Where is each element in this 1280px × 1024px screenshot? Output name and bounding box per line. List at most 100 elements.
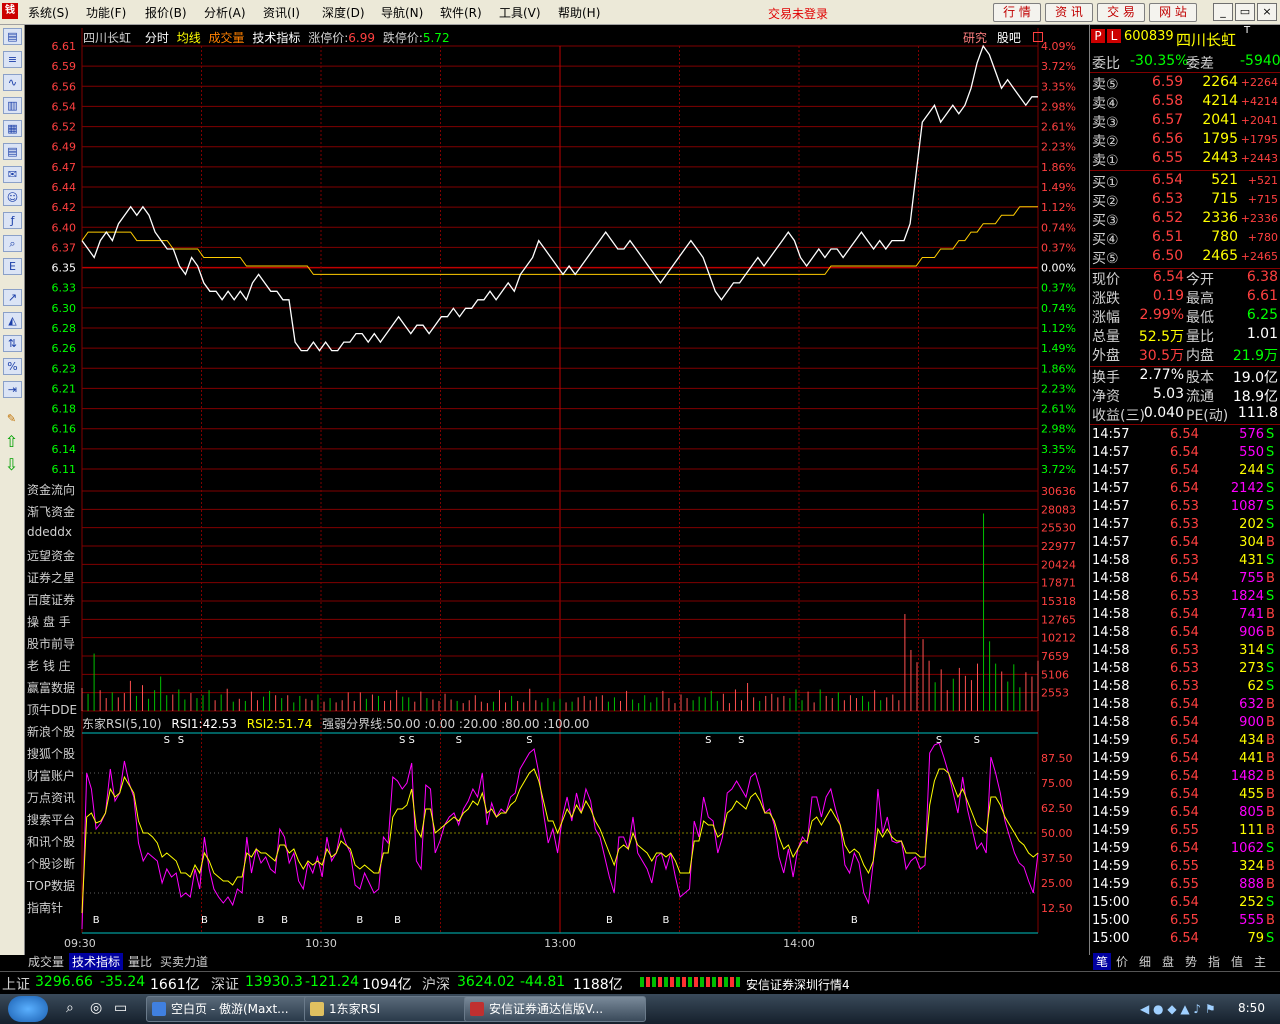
bid-row-4[interactable]: 买④ 6.51 780 +780	[1090, 229, 1280, 248]
tag-p[interactable]: P	[1091, 29, 1105, 43]
side-link-9[interactable]: 赢富数据	[27, 679, 75, 696]
right-tab-5[interactable]: 指	[1208, 953, 1220, 970]
close-button[interactable]: ×	[1257, 3, 1277, 21]
desktop-icon[interactable]: ▭	[114, 1000, 130, 1016]
menu-depth[interactable]: 深度(D)	[322, 4, 365, 21]
side-link-10[interactable]: 顶牛DDE	[27, 701, 77, 718]
menu-system[interactable]: 系统(S)	[28, 4, 69, 21]
browser-icon[interactable]: ◎	[90, 1000, 106, 1016]
chart-area[interactable]: SSSSSSSSSSBBBBBBBBB 6.61 4.09% 6.59 3.72% 6.…	[25, 25, 1088, 955]
tab-tech-bottom[interactable]: 技术指标	[69, 953, 124, 970]
bid-row-2[interactable]: 买② 6.53 715 +715	[1090, 191, 1280, 210]
tab-intraday[interactable]: 分时	[145, 31, 169, 45]
compare-icon[interactable]: ⇅	[3, 335, 22, 352]
menu-tools[interactable]: 工具(V)	[499, 4, 541, 21]
tick-time: 14:57	[1092, 445, 1130, 460]
side-link-4[interactable]: 证券之星	[27, 569, 75, 586]
taskbar-item-tdx[interactable]: 安信证券通达信版V...	[464, 996, 646, 1022]
side-link-8[interactable]: 老 钱 庄	[27, 657, 71, 674]
side-link-2[interactable]: ddeddx	[27, 525, 72, 539]
restore-button[interactable]: ▭	[1235, 3, 1255, 21]
ask-row-4[interactable]: 卖④ 6.58 4214 +4214	[1090, 93, 1280, 112]
menu-function[interactable]: 功能(F)	[86, 4, 126, 21]
right-tab-2[interactable]: 细	[1139, 953, 1151, 970]
side-link-14[interactable]: 万点资讯	[27, 789, 75, 806]
side-link-16[interactable]: 和讯个股	[27, 833, 75, 850]
side-link-1[interactable]: 渐飞资金	[27, 503, 75, 520]
right-tab-7[interactable]: 主	[1254, 953, 1266, 970]
side-link-12[interactable]: 搜狐个股	[27, 745, 75, 762]
minimize-button[interactable]: _	[1213, 3, 1233, 21]
line-chart-icon[interactable]: ∿	[3, 74, 22, 91]
table-icon[interactable]: ▤	[3, 143, 22, 160]
menu-quote[interactable]: 报价(B)	[145, 4, 187, 21]
tray-icons[interactable]: ◀ ● ◆ ▲ ♪ ⚑	[1140, 1002, 1230, 1016]
start-button[interactable]	[8, 996, 48, 1022]
ask-volume: 2041	[1202, 112, 1238, 128]
side-link-3[interactable]: 远望资金	[27, 547, 75, 564]
bid-row-1[interactable]: 买① 6.54 521 +521	[1090, 172, 1280, 191]
right-tab-0[interactable]: 笔	[1093, 953, 1112, 970]
users-icon[interactable]: ☺	[3, 189, 22, 206]
website-button[interactable]: 网 站	[1149, 3, 1197, 22]
tick-row: 14:57 6.54 550 S	[1090, 445, 1280, 463]
tag-l[interactable]: L	[1107, 29, 1121, 43]
news-button[interactable]: 资 讯	[1045, 3, 1093, 22]
arrow-down-icon[interactable]: ⇩	[3, 457, 20, 473]
side-link-7[interactable]: 股市前导	[27, 635, 75, 652]
mail-icon[interactable]: ✉	[3, 166, 22, 183]
side-link-18[interactable]: TOP数据	[27, 877, 75, 894]
search-icon[interactable]: ⌕	[66, 1000, 82, 1016]
menu-analysis[interactable]: 分析(A)	[204, 4, 246, 21]
chart-svg[interactable]: S S S S S S S S S SB B B B B B B B B 6.61 4.09%6.59 3.72%6.…	[25, 25, 1088, 955]
research-link[interactable]: 研究	[963, 31, 987, 45]
arrow-up-icon[interactable]: ⇧	[3, 434, 20, 450]
tab-buy-sell-power[interactable]: 买卖力道	[157, 953, 211, 970]
kline-icon[interactable]: ▥	[3, 97, 22, 114]
taskbar-item-folder[interactable]: 1东家RSI	[304, 996, 480, 1022]
market-button[interactable]: 行 情	[993, 3, 1041, 22]
multi-window-icon[interactable]: ▦	[3, 120, 22, 137]
menu-navigate[interactable]: 导航(N)	[381, 4, 423, 21]
right-tab-4[interactable]: 势	[1185, 953, 1197, 970]
side-link-0[interactable]: 资金流向	[27, 481, 75, 498]
right-tab-3[interactable]: 盘	[1162, 953, 1174, 970]
tab-volume-ratio[interactable]: 量比	[125, 953, 155, 970]
side-link-13[interactable]: 财富账户	[27, 767, 75, 784]
side-link-5[interactable]: 百度证券	[27, 591, 75, 608]
side-link-19[interactable]: 指南针	[27, 899, 63, 916]
bid-row-3[interactable]: 买③ 6.52 2336 +2336	[1090, 210, 1280, 229]
side-link-15[interactable]: 搜索平台	[27, 811, 75, 828]
search-icon[interactable]: ⌕	[3, 235, 22, 252]
bid-row-5[interactable]: 买⑤ 6.50 2465 +2465	[1090, 248, 1280, 267]
menu-help[interactable]: 帮助(H)	[558, 4, 600, 21]
tab-avg-line[interactable]: 均线	[177, 31, 201, 45]
side-link-11[interactable]: 新浪个股	[27, 723, 75, 740]
export-icon[interactable]: ⇥	[3, 381, 22, 398]
menu-software[interactable]: 软件(R)	[440, 4, 482, 21]
pencil-icon[interactable]: ✎	[3, 411, 20, 426]
ask-row-3[interactable]: 卖③ 6.57 2041 +2041	[1090, 112, 1280, 131]
tab-tech-indicator[interactable]: 技术指标	[252, 31, 300, 45]
right-tab-1[interactable]: 价	[1116, 953, 1128, 970]
right-tab-6[interactable]: 值	[1231, 953, 1243, 970]
tab-volume[interactable]: 成交量	[209, 31, 245, 45]
ask-row-5[interactable]: 卖⑤ 6.59 2264 +2264	[1090, 74, 1280, 93]
forum-link[interactable]: 股吧	[997, 31, 1021, 45]
percent-icon[interactable]: %	[3, 358, 22, 375]
side-link-6[interactable]: 操 盘 手	[27, 613, 71, 630]
menu-news[interactable]: 资讯(I)	[263, 4, 300, 21]
list-icon[interactable]: ≡	[3, 51, 22, 68]
side-link-17[interactable]: 个股诊断	[27, 855, 75, 872]
trade-button[interactable]: 交 易	[1097, 3, 1145, 22]
ask-row-1[interactable]: 卖① 6.55 2443 +2443	[1090, 150, 1280, 169]
tab-volume-bottom[interactable]: 成交量	[25, 953, 67, 970]
formula-icon[interactable]: ƒ	[3, 212, 22, 229]
area-chart-icon[interactable]: ◭	[3, 312, 22, 329]
ask-row-2[interactable]: 卖② 6.56 1795 +1795	[1090, 131, 1280, 150]
collapse-icon[interactable]	[1032, 32, 1043, 42]
report-icon[interactable]: ▤	[3, 28, 22, 45]
etf-icon[interactable]: E	[3, 258, 22, 275]
taskbar-item-browser[interactable]: 空白页 - 傲游(Maxt...	[146, 996, 322, 1022]
trend-icon[interactable]: ↗	[3, 289, 22, 306]
